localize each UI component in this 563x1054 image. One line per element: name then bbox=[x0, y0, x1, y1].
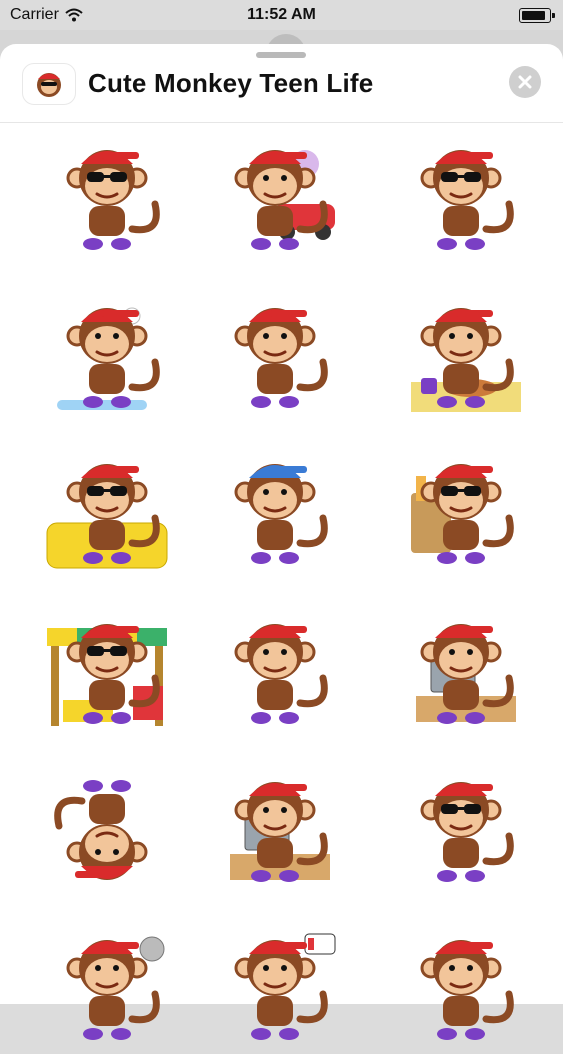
monkey-yawning-image bbox=[234, 624, 328, 724]
monkey-eating-meal-image bbox=[411, 308, 521, 412]
battery-fill bbox=[522, 11, 546, 20]
close-icon bbox=[518, 75, 532, 89]
monkey-frustrated-computer-image bbox=[416, 624, 516, 724]
sticker-monkey-breakdancing[interactable] bbox=[32, 766, 182, 896]
sheet-grabber[interactable] bbox=[256, 52, 306, 58]
monkey-low-battery-image bbox=[234, 933, 336, 1040]
status-time: 11:52 AM bbox=[247, 6, 316, 23]
sticker-monkey-office-desk[interactable] bbox=[200, 766, 350, 896]
app-title: Cute Monkey Teen Life bbox=[88, 68, 374, 98]
sticker-monkey-music-cd[interactable] bbox=[32, 924, 182, 1054]
sticker-monkey-eating-meal[interactable] bbox=[386, 292, 536, 422]
monkey-shocked-wallet-image bbox=[234, 464, 328, 564]
monkey-grocery-bag-image bbox=[411, 464, 514, 564]
monkey-sweating-image bbox=[420, 940, 514, 1040]
sticker-monkey-showering[interactable] bbox=[32, 292, 182, 422]
sticker-monkey-yawning[interactable] bbox=[200, 608, 350, 738]
sticker-monkey-hitting-red-car[interactable] bbox=[200, 134, 350, 264]
monkey-hitting-red-car-image bbox=[234, 150, 335, 250]
sticker-sheet: Cute Monkey Teen Life bbox=[0, 44, 563, 1040]
sticker-monkey-cool-sunglasses[interactable] bbox=[386, 766, 536, 896]
status-bar: Carrier 11:52 AM bbox=[0, 0, 563, 30]
monkey-breakdancing-image bbox=[54, 780, 148, 880]
sticker-monkey-sale-stand[interactable] bbox=[32, 608, 182, 738]
monkey-pointing-sunglasses-image bbox=[420, 150, 514, 250]
monkey-music-cd-image bbox=[66, 936, 165, 1040]
monkey-grinning-sunglasses-image bbox=[66, 150, 160, 250]
monkey-office-desk-image bbox=[230, 782, 330, 882]
monkey-app-icon bbox=[22, 63, 76, 105]
battery-nub bbox=[552, 13, 555, 18]
sticker-monkey-relaxing-couch[interactable] bbox=[32, 448, 182, 578]
monkey-cool-sunglasses-image bbox=[420, 782, 514, 882]
sticker-monkey-sweating[interactable] bbox=[386, 924, 536, 1054]
sticker-monkey-low-battery[interactable] bbox=[200, 924, 350, 1054]
monkey-showering-image bbox=[57, 307, 160, 410]
close-button[interactable] bbox=[509, 66, 541, 98]
sticker-monkey-grocery-bag[interactable] bbox=[386, 448, 536, 578]
sticker-monkey-shocked-wallet[interactable] bbox=[200, 448, 350, 578]
sticker-monkey-pointing-sunglasses[interactable] bbox=[386, 134, 536, 264]
sticker-monkey-grinning-sunglasses[interactable] bbox=[32, 134, 182, 264]
sticker-monkey-angry-phone[interactable] bbox=[200, 292, 350, 422]
monkey-sale-stand-image bbox=[47, 624, 167, 726]
sheet-header: Cute Monkey Teen Life bbox=[0, 60, 563, 123]
battery-icon bbox=[519, 8, 555, 23]
monkey-angry-phone-image bbox=[234, 308, 328, 408]
sticker-monkey-frustrated-computer[interactable] bbox=[386, 608, 536, 738]
monkey-relaxing-couch-image bbox=[46, 464, 168, 569]
